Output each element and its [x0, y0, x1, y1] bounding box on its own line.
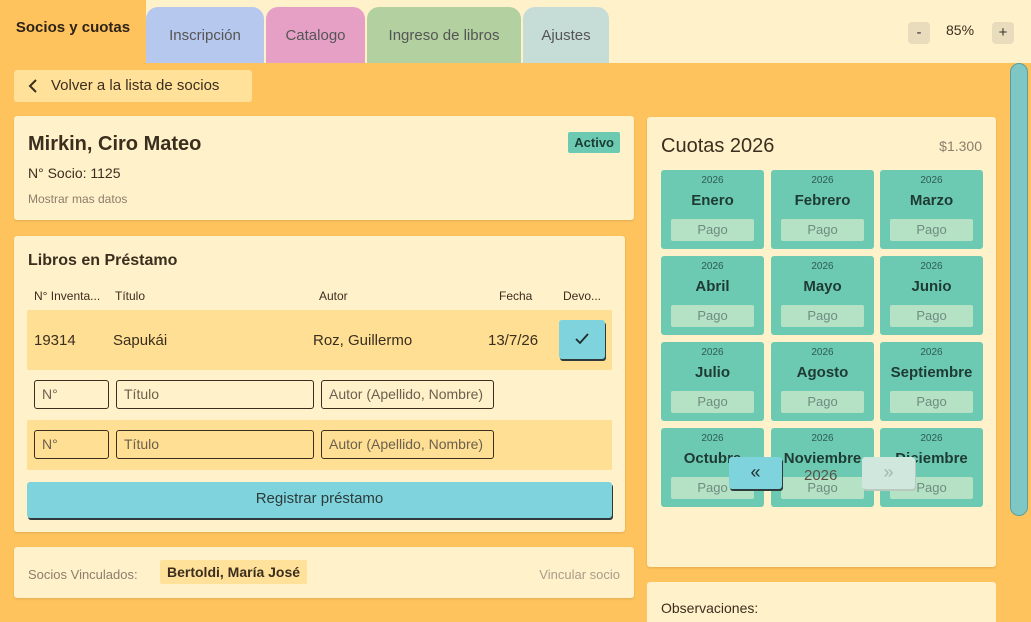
- column-header-title: Título: [115, 289, 146, 303]
- fee-amount: $1.300: [939, 138, 982, 154]
- back-button-label: Volver a la lista de socios: [51, 77, 220, 94]
- zoom-out-button[interactable]: -: [908, 22, 930, 44]
- top-tab-bar: Socios y cuotas Inscripción Catalogo Ing…: [0, 0, 1031, 63]
- loan-author: Roz, Guillermo: [313, 332, 413, 349]
- member-info-panel: Mirkin, Ciro Mateo N° Socio: 1125 Mostra…: [14, 116, 634, 220]
- chevron-left-icon: [28, 79, 37, 93]
- month-status: Pago: [671, 391, 754, 413]
- status-badge: Activo: [568, 132, 620, 153]
- column-header-returned: Devo...: [563, 289, 602, 303]
- inventory-number-input[interactable]: N°: [34, 380, 109, 409]
- month-name: Enero: [691, 192, 734, 209]
- loan-date: 13/7/26: [488, 332, 539, 349]
- month-year: 2026: [920, 261, 943, 272]
- month-year: 2026: [701, 175, 724, 186]
- new-loan-row: N° Título Autor (Apellido, Nombre): [27, 370, 612, 420]
- scrollbar-thumb[interactable]: [1010, 63, 1028, 516]
- member-number: N° Socio: 1125: [28, 165, 121, 181]
- double-chevron-left-icon: «: [750, 462, 761, 482]
- tab-catalogo[interactable]: Catalogo: [266, 7, 365, 63]
- month-name: Julio: [694, 364, 730, 381]
- month-card-febrero[interactable]: 2026 Febrero Pago: [771, 170, 874, 249]
- year-display: 2026: [804, 467, 838, 484]
- month-year: 2026: [811, 261, 834, 272]
- month-year: 2026: [811, 175, 834, 186]
- column-header-date: Fecha: [499, 289, 533, 303]
- month-status: Pago: [890, 305, 973, 327]
- previous-year-button[interactable]: «: [729, 457, 782, 489]
- zoom-in-button[interactable]: +: [992, 22, 1014, 44]
- tab-inscripcion[interactable]: Inscripción: [146, 7, 264, 63]
- loan-title: Sapukái: [113, 332, 168, 349]
- month-name: Noviembre: [783, 450, 862, 467]
- link-member-button[interactable]: Vincular socio: [539, 567, 620, 582]
- linked-members-panel: Socios Vinculados: Bertoldi, María José …: [14, 547, 634, 598]
- observations-panel: Observaciones:: [647, 582, 996, 622]
- loans-title: Libros en Préstamo: [28, 252, 178, 269]
- month-year: 2026: [920, 347, 943, 358]
- month-card-julio[interactable]: 2026 Julio Pago: [661, 342, 764, 421]
- title-input[interactable]: Título: [116, 380, 314, 409]
- show-more-link[interactable]: Mostrar mas datos: [28, 192, 127, 206]
- month-status: Pago: [781, 391, 864, 413]
- month-name: Febrero: [794, 192, 851, 209]
- linked-members-label: Socios Vinculados:: [28, 567, 138, 582]
- month-name: Mayo: [803, 278, 842, 295]
- return-book-button[interactable]: [559, 320, 605, 359]
- column-header-inventory: N° Inventa...: [34, 289, 101, 303]
- month-year: 2026: [920, 433, 943, 444]
- inventory-number-input[interactable]: N°: [34, 430, 109, 459]
- back-to-members-button[interactable]: Volver a la lista de socios: [14, 70, 252, 102]
- loans-panel: Libros en Préstamo N° Inventa... Título …: [14, 236, 625, 532]
- column-header-author: Autor: [319, 289, 348, 303]
- register-loan-button[interactable]: Registrar préstamo: [27, 482, 612, 518]
- month-year: 2026: [701, 347, 724, 358]
- month-name: Abril: [695, 278, 730, 295]
- next-year-button[interactable]: »: [862, 457, 915, 489]
- month-card-septiembre[interactable]: 2026 Septiembre Pago: [880, 342, 983, 421]
- tab-socios-y-cuotas[interactable]: Socios y cuotas: [0, 0, 146, 63]
- month-status: Pago: [781, 219, 864, 241]
- title-input[interactable]: Título: [116, 430, 314, 459]
- month-year: 2026: [701, 433, 724, 444]
- month-name: Septiembre: [890, 364, 973, 381]
- author-input[interactable]: Autor (Apellido, Nombre): [321, 430, 494, 459]
- month-status: Pago: [890, 219, 973, 241]
- check-icon: [575, 333, 589, 345]
- month-card-enero[interactable]: 2026 Enero Pago: [661, 170, 764, 249]
- month-name: Agosto: [796, 364, 849, 381]
- month-year: 2026: [920, 175, 943, 186]
- month-status: Pago: [890, 391, 973, 413]
- fees-title: Cuotas 2026: [661, 135, 775, 157]
- month-name: Junio: [911, 278, 952, 295]
- month-status: Pago: [781, 305, 864, 327]
- month-status: Pago: [671, 219, 754, 241]
- tab-ajustes[interactable]: Ajustes: [523, 7, 609, 63]
- loan-inventory: 19314: [34, 332, 76, 349]
- member-name: Mirkin, Ciro Mateo: [28, 133, 202, 155]
- fees-panel: Cuotas 2026 $1.300 2026 Enero Pago 2026 …: [647, 117, 996, 567]
- tab-ingreso-de-libros[interactable]: Ingreso de libros: [367, 7, 521, 63]
- month-year: 2026: [811, 347, 834, 358]
- author-input[interactable]: Autor (Apellido, Nombre): [321, 380, 494, 409]
- month-card-agosto[interactable]: 2026 Agosto Pago: [771, 342, 874, 421]
- table-row: 19314 Sapukái Roz, Guillermo 13/7/26: [27, 310, 612, 370]
- month-card-mayo[interactable]: 2026 Mayo Pago: [771, 256, 874, 335]
- month-year: 2026: [811, 433, 834, 444]
- month-card-abril[interactable]: 2026 Abril Pago: [661, 256, 764, 335]
- double-chevron-right-icon: »: [883, 462, 894, 482]
- month-status: Pago: [671, 305, 754, 327]
- month-card-junio[interactable]: 2026 Junio Pago: [880, 256, 983, 335]
- zoom-level: 85%: [946, 22, 975, 38]
- observations-label: Observaciones:: [661, 600, 759, 616]
- month-card-marzo[interactable]: 2026 Marzo Pago: [880, 170, 983, 249]
- new-loan-row: N° Título Autor (Apellido, Nombre): [27, 420, 612, 470]
- month-name: Marzo: [909, 192, 954, 209]
- month-year: 2026: [701, 261, 724, 272]
- linked-member-chip[interactable]: Bertoldi, María José: [160, 560, 308, 584]
